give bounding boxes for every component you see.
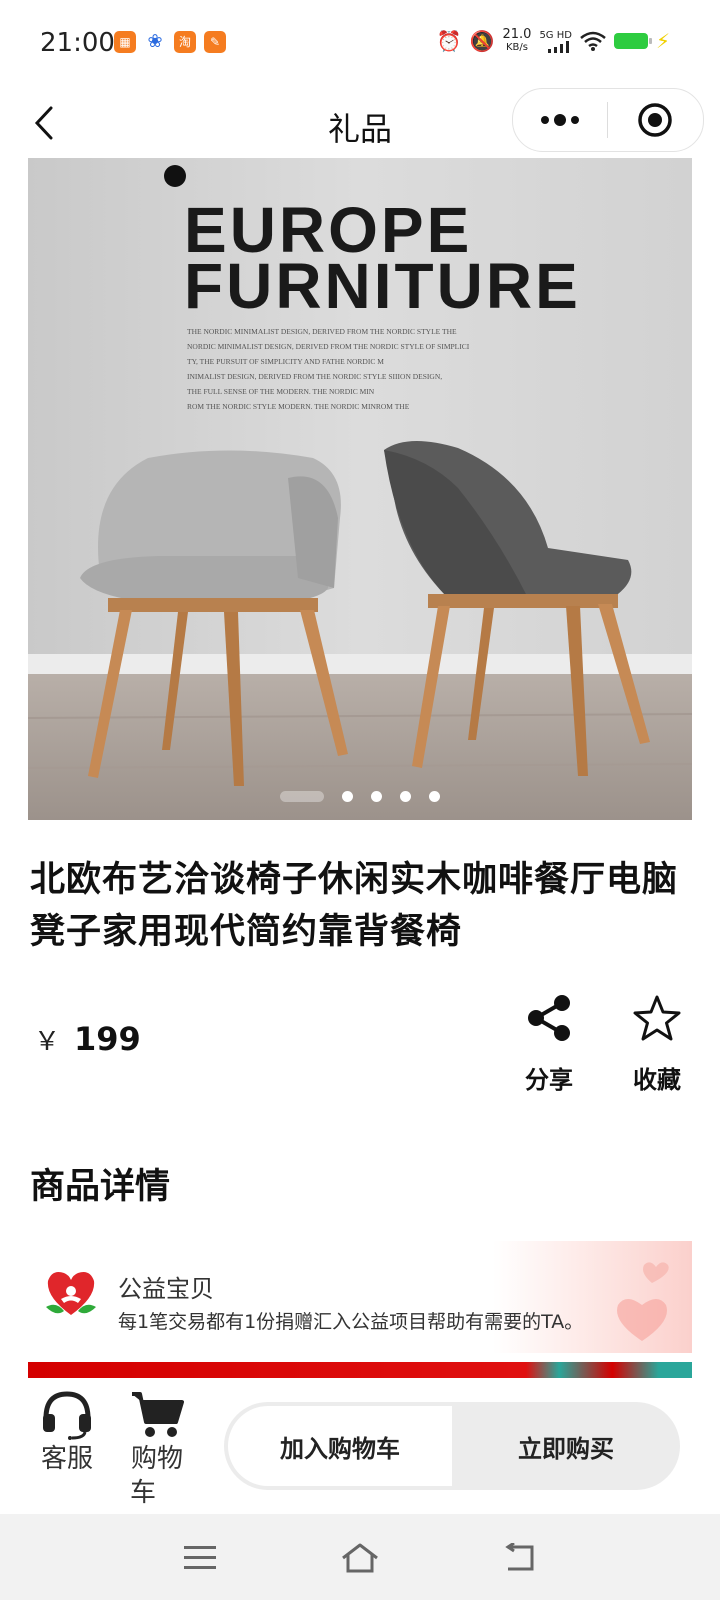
product-title: 北欧布艺洽谈椅子休闲实木咖啡餐厅电脑凳子家用现代简约靠背餐椅 — [30, 860, 679, 952]
product-price: 199 — [74, 1020, 141, 1058]
more-dots-icon — [541, 114, 579, 126]
status-right: ⏰ 🔕 21.0 KB/s 5G HD ⚡ — [437, 28, 670, 54]
charity-title: 公益宝贝 — [118, 1275, 214, 1303]
charging-icon: ⚡ — [655, 29, 670, 53]
image-text-line-2: NORDIC MINIMALIST DESIGN, DERIVED FROM T… — [187, 342, 470, 351]
miniprogram-capsule — [512, 88, 704, 152]
home-button[interactable] — [336, 1534, 384, 1582]
carousel-dot[interactable] — [429, 791, 440, 802]
target-close-icon — [638, 103, 672, 137]
back-system-button[interactable] — [496, 1534, 544, 1582]
image-text-line-6: ROM THE NORDIC STYLE MODERN. THE NORDIC … — [187, 402, 410, 411]
carousel-dot[interactable] — [371, 791, 382, 802]
add-to-cart-button[interactable]: 加入购物车 — [228, 1406, 452, 1486]
signal-icon — [547, 40, 569, 53]
cart-label-line-2: 车 — [130, 1478, 157, 1508]
share-label: 分享 — [525, 1066, 573, 1094]
status-bar: 21:00 ▦ ❀ 淘 ✎ ⏰ 🔕 21.0 KB/s 5G HD ⚡ — [0, 0, 720, 88]
customer-service-label: 客服 — [40, 1444, 93, 1474]
close-miniprogram-button[interactable] — [608, 89, 702, 151]
star-icon — [633, 995, 681, 1041]
image-headline-2: FURNITURE — [184, 250, 581, 322]
home-icon — [342, 1543, 378, 1573]
image-text-line-3: TY, THE PURSUIT OF SIMPLICITY AND FATHE … — [187, 357, 384, 366]
favorite-label: 收藏 — [633, 1066, 681, 1094]
currency-symbol: ￥ — [34, 1027, 61, 1057]
carousel-dot[interactable] — [342, 791, 353, 802]
share-icon — [528, 995, 570, 1041]
favorite-button[interactable]: 收藏 — [632, 994, 682, 1095]
nav-bar: 礼品 — [0, 88, 720, 162]
image-text-line-1: THE NORDIC MINIMALIST DESIGN, DERIVED FR… — [187, 327, 457, 336]
charity-description: 每1笔交易都有1份捐赠汇入公益项目帮助有需要的TA。 — [118, 1311, 584, 1333]
share-button[interactable]: 分享 — [525, 994, 573, 1095]
headset-icon — [43, 1391, 91, 1440]
back-arrow-icon — [505, 1543, 534, 1571]
charity-heart-icon — [46, 1272, 96, 1315]
menu-icon — [184, 1546, 216, 1569]
cart-label-line-1: 购物 — [130, 1444, 183, 1474]
carousel-dot[interactable] — [400, 791, 411, 802]
battery-icon — [613, 33, 652, 49]
decorative-hearts — [617, 1262, 669, 1341]
notification-icons: ▦ ❀ 淘 ✎ — [114, 31, 226, 53]
baidu-paw-icon: ❀ — [147, 31, 163, 52]
app-notification-icon-2: ✎ — [204, 31, 226, 53]
product-photo: EUROPE FURNITURE THE NORDIC MINIMALIST D… — [28, 158, 692, 820]
cart-button[interactable]: 购物 车 — [130, 1390, 184, 1508]
buy-now-button[interactable]: 立即购买 — [452, 1402, 680, 1490]
alarm-icon: ⏰ — [436, 29, 462, 53]
shopping-cart-icon — [132, 1392, 184, 1437]
menu-button[interactable] — [176, 1534, 224, 1582]
customer-service-button[interactable]: 客服 — [40, 1390, 94, 1474]
status-time: 21:00 — [40, 28, 115, 58]
mute-icon: 🔕 — [469, 29, 495, 53]
app-notification-icon: ▦ — [114, 31, 136, 53]
system-navigation-bar — [0, 1514, 720, 1600]
product-image-carousel[interactable]: EUROPE FURNITURE THE NORDIC MINIMALIST D… — [28, 158, 692, 820]
wifi-icon — [580, 31, 606, 51]
price-row: ￥ 199 — [34, 1020, 141, 1058]
signal-indicator: 5G HD — [539, 30, 572, 53]
image-text-line-4: INIMALIST DESIGN, DERIVED FROM THE NORDI… — [187, 372, 442, 381]
charity-banner[interactable]: 公益宝贝 每1笔交易都有1份捐赠汇入公益项目帮助有需要的TA。 — [28, 1241, 692, 1353]
taobao-notification-icon: 淘 — [174, 31, 196, 53]
image-text-line-5: THE FULL SENSE OF THE MODERN. THE NORDIC… — [187, 387, 375, 396]
carousel-indicator — [28, 791, 692, 802]
net-speed: 21.0 KB/s — [502, 27, 532, 53]
details-section-title: 商品详情 — [30, 1167, 171, 1207]
purchase-button-group: 加入购物车 立即购买 — [224, 1402, 680, 1490]
carousel-dot-active[interactable] — [280, 791, 324, 802]
more-button[interactable] — [513, 89, 607, 151]
bottom-action-bar: 客服 购物 车 加入购物车 立即购买 — [0, 1378, 720, 1514]
